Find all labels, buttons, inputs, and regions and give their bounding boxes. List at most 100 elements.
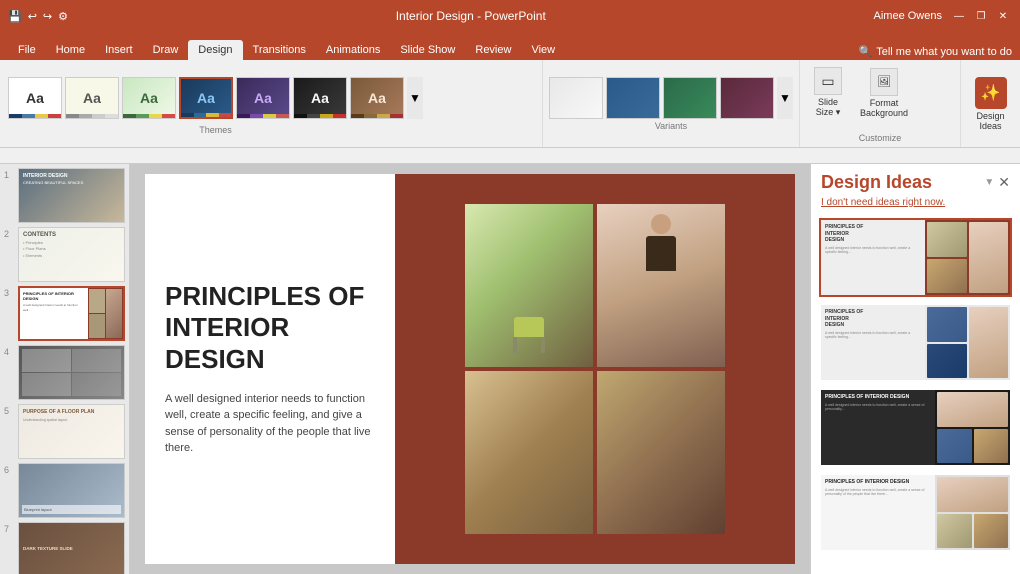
theme-2[interactable]: Aa xyxy=(65,77,119,119)
photo-collage xyxy=(465,204,725,534)
tab-design[interactable]: Design xyxy=(188,40,242,60)
format-background-button[interactable]: 🖼 Format Background xyxy=(854,65,914,121)
search-icon: 🔍 xyxy=(859,45,873,58)
format-bg-icon: 🖼 xyxy=(870,68,898,96)
user-name: Aimee Owens xyxy=(874,10,942,22)
main-area: 1 INTERIOR DESIGNCreating beautiful spac… xyxy=(0,164,1020,574)
slide-number-3: 3 xyxy=(4,288,14,298)
slide-preview-5[interactable]: PURPOSE OF A FLOOR PLAN Understanding sp… xyxy=(18,404,125,459)
slide-number-4: 4 xyxy=(4,347,14,357)
design-idea-4[interactable]: PRINCIPLES OF INTERIOR DESIGN A well des… xyxy=(819,473,1012,552)
design-panel-chevron-icon[interactable]: ▼ xyxy=(984,177,994,188)
slide-size-icon: ▭ xyxy=(814,67,842,95)
slide-thumb-6[interactable]: 6 Blueprint layout xyxy=(4,463,125,518)
slide-preview-7[interactable]: Dark texture slide xyxy=(18,522,125,574)
search-text: Tell me what you want to do xyxy=(876,46,1012,58)
save-icon[interactable]: 💾 xyxy=(8,10,22,23)
slide-title: PRINCIPLES OF INTERIOR DESIGN xyxy=(165,281,375,375)
slide-thumb-5[interactable]: 5 PURPOSE OF A FLOOR PLAN Understanding … xyxy=(4,404,125,459)
themes-group: Aa Aa Aa xyxy=(6,73,425,135)
slide-thumb-4[interactable]: 4 xyxy=(4,345,125,400)
tab-view[interactable]: View xyxy=(521,40,565,60)
design-idea-2-photos xyxy=(925,305,1010,380)
design-idea-3-text: PRINCIPLES OF INTERIOR DESIGN A well des… xyxy=(821,390,935,465)
variant-3[interactable] xyxy=(663,77,717,119)
tab-file[interactable]: File xyxy=(8,40,46,60)
minimize-button[interactable]: — xyxy=(950,7,968,25)
design-panel-header: Design Ideas ▼ ✕ xyxy=(811,164,1020,197)
photo-detail xyxy=(597,371,725,534)
design-idea-1-photos xyxy=(925,220,1010,295)
slide-preview-4[interactable] xyxy=(18,345,125,400)
slide-thumb-1[interactable]: 1 INTERIOR DESIGNCreating beautiful spac… xyxy=(4,168,125,223)
slide-preview-6[interactable]: Blueprint layout xyxy=(18,463,125,518)
slide-size-sublabel: Size ▾ xyxy=(816,107,841,118)
design-panel-dismiss-link[interactable]: I don't need ideas right now. xyxy=(811,197,1020,214)
canvas-area: PRINCIPLES OF INTERIOR DESIGN A well des… xyxy=(130,164,810,574)
close-button[interactable]: ✕ xyxy=(994,7,1012,25)
search-bar[interactable]: 🔍 Tell me what you want to do xyxy=(851,43,1020,60)
window-title: Interior Design - PowerPoint xyxy=(68,9,874,23)
photo-stairs xyxy=(465,371,593,534)
theme-7[interactable]: Aa xyxy=(350,77,404,119)
design-ideas-icon: ✨ xyxy=(975,77,1007,109)
slide-number-2: 2 xyxy=(4,229,14,239)
design-panel-close-button[interactable]: ✕ xyxy=(998,174,1010,191)
design-ideas-sublabel: Ideas xyxy=(979,121,1001,131)
title-bar: 💾 ↩ ↪ ⚙ Interior Design - PowerPoint Aim… xyxy=(0,0,1020,32)
design-idea-thumb-1: PRINCIPLES OFINTERIORDESIGN A well desig… xyxy=(821,220,1010,295)
ribbon: Aa Aa Aa xyxy=(0,60,1020,148)
variants-label: Variants xyxy=(549,119,793,131)
undo-icon[interactable]: ↩ xyxy=(28,10,37,23)
slide-number-1: 1 xyxy=(4,170,14,180)
design-idea-4-photos xyxy=(935,475,1010,550)
format-bg-label: Format xyxy=(870,98,899,108)
ribbon-customize-section: ▭ Slide Size ▾ 🖼 Format Background Custo… xyxy=(800,60,960,147)
slide-panel: 1 INTERIOR DESIGNCreating beautiful spac… xyxy=(0,164,130,574)
design-idea-thumb-4: PRINCIPLES OF INTERIOR DESIGN A well des… xyxy=(821,475,1010,550)
slide-thumb-3[interactable]: 3 PRINCIPLES OF INTERIOR DESIGN A well d… xyxy=(4,286,125,341)
tab-transitions[interactable]: Transitions xyxy=(243,40,316,60)
tab-insert[interactable]: Insert xyxy=(95,40,143,60)
theme-5[interactable]: Aa xyxy=(236,77,290,119)
variant-4[interactable] xyxy=(720,77,774,119)
tabs-bar: File Home Insert Draw Design Transitions… xyxy=(0,32,1020,60)
customize-qat-icon[interactable]: ⚙ xyxy=(58,10,68,23)
tab-animations[interactable]: Animations xyxy=(316,40,390,60)
customize-label: Customize xyxy=(808,131,952,143)
variant-1[interactable] xyxy=(549,77,603,119)
theme-4[interactable]: Aa xyxy=(179,77,233,119)
redo-icon[interactable]: ↪ xyxy=(43,10,52,23)
design-panel-title: Design Ideas xyxy=(821,172,932,193)
tab-draw[interactable]: Draw xyxy=(143,40,189,60)
slide-size-button[interactable]: ▭ Slide Size ▾ xyxy=(808,64,848,121)
themes-more-button[interactable]: ▼ xyxy=(407,77,423,119)
photo-chair xyxy=(465,204,593,367)
tab-review[interactable]: Review xyxy=(465,40,521,60)
slide-preview-2[interactable]: CONTENTS • Principles• Floor Plans• Elem… xyxy=(18,227,125,282)
slide-size-label: Slide xyxy=(818,97,838,107)
theme-3[interactable]: Aa xyxy=(122,77,176,119)
tab-slideshow[interactable]: Slide Show xyxy=(390,40,465,60)
slide-left-panel: PRINCIPLES OF INTERIOR DESIGN A well des… xyxy=(145,174,395,564)
design-ideas-list: PRINCIPLES OFINTERIORDESIGN A well desig… xyxy=(811,214,1020,574)
variant-2[interactable] xyxy=(606,77,660,119)
slide-preview-3[interactable]: PRINCIPLES OF INTERIOR DESIGN A well des… xyxy=(18,286,125,341)
design-idea-3[interactable]: PRINCIPLES OF INTERIOR DESIGN A well des… xyxy=(819,388,1012,467)
theme-1[interactable]: Aa xyxy=(8,77,62,119)
design-idea-1[interactable]: PRINCIPLES OFINTERIORDESIGN A well desig… xyxy=(819,218,1012,297)
theme-6[interactable]: Aa xyxy=(293,77,347,119)
tab-home[interactable]: Home xyxy=(46,40,95,60)
slide-thumb-2[interactable]: 2 CONTENTS • Principles• Floor Plans• El… xyxy=(4,227,125,282)
design-ideas-panel: Design Ideas ▼ ✕ I don't need ideas righ… xyxy=(810,164,1020,574)
window-controls: — ❐ ✕ xyxy=(950,7,1012,25)
photo-woman xyxy=(597,204,725,367)
ribbon-themes-section: Aa Aa Aa xyxy=(0,60,543,147)
themes-label: Themes xyxy=(6,123,425,135)
variants-more-button[interactable]: ▼ xyxy=(777,77,793,119)
design-ideas-ribbon-button[interactable]: ✨ Design Ideas xyxy=(960,60,1020,147)
slide-thumb-7[interactable]: 7 Dark texture slide xyxy=(4,522,125,574)
design-idea-2[interactable]: PRINCIPLES OFINTERIORDESIGN A well desig… xyxy=(819,303,1012,382)
maximize-button[interactable]: ❐ xyxy=(972,7,990,25)
slide-preview-1[interactable]: INTERIOR DESIGNCreating beautiful spaces xyxy=(18,168,125,223)
